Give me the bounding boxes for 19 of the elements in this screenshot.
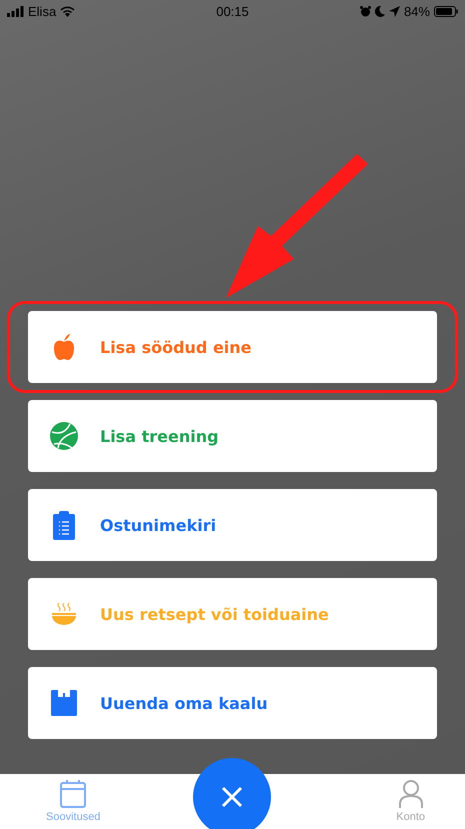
calendar-icon (60, 780, 86, 808)
person-icon (398, 780, 423, 808)
menu-item[interactable]: Lisa treening (28, 400, 437, 472)
menu-item[interactable]: Lisa söödud eine (28, 311, 437, 383)
battery-percent: 84% (404, 4, 430, 18)
carrier-name: Elisa (28, 4, 56, 18)
clock-time: 00:15 (216, 4, 249, 18)
signal-icon (7, 6, 24, 16)
location-icon (388, 6, 400, 16)
alarm-icon (360, 6, 371, 16)
moon-icon (374, 6, 385, 16)
menu-item[interactable]: Uuenda oma kaalu (28, 667, 437, 739)
tab-item[interactable]: Soovitused (46, 774, 100, 829)
menu-item[interactable]: Uus retsept või toiduaine (28, 578, 437, 650)
menu-item[interactable]: Ostunimekiri (28, 489, 437, 561)
tab-item[interactable]: Konto (396, 774, 425, 829)
close-icon (221, 786, 243, 808)
wifi-icon (60, 6, 76, 16)
battery-icon (434, 6, 458, 16)
